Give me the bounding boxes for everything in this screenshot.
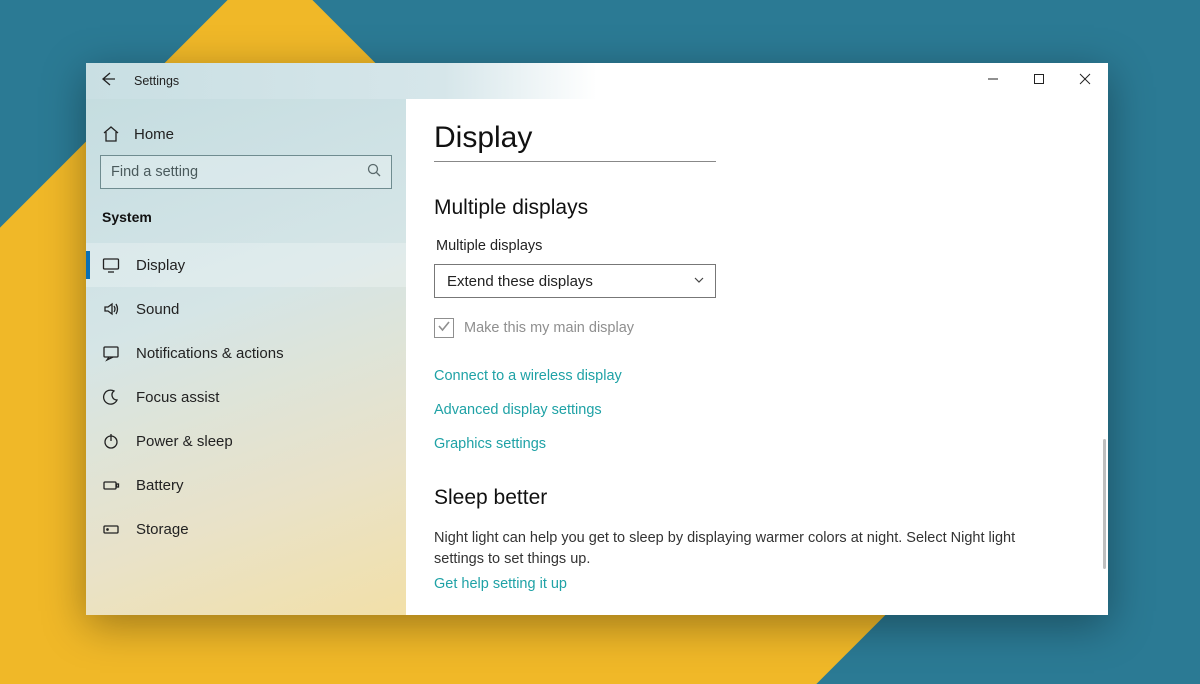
sidebar: Home System Display (86, 99, 406, 615)
divider (434, 161, 716, 162)
sidebar-section-label: System (86, 203, 406, 243)
titlebar-left: Settings (86, 63, 179, 99)
sidebar-item-label: Notifications & actions (136, 345, 284, 362)
scrollbar[interactable] (1103, 439, 1106, 569)
sleep-better-description: Night light can help you get to sleep by… (434, 528, 1054, 570)
section-multiple-displays-heading: Multiple displays (434, 196, 1076, 220)
sidebar-item-focus-assist[interactable]: Focus assist (86, 375, 406, 419)
section-sleep-better: Sleep better Night light can help you ge… (434, 486, 1076, 592)
sidebar-item-sound[interactable]: Sound (86, 287, 406, 331)
search-input-wrap[interactable] (100, 155, 392, 189)
close-icon (1079, 72, 1091, 90)
settings-window: Settings (86, 63, 1108, 615)
sidebar-home-label: Home (134, 126, 174, 143)
main-display-checkbox-label: Make this my main display (464, 320, 634, 336)
links-list: Connect to a wireless display Advanced d… (434, 368, 1076, 452)
link-get-help-setting-it-up[interactable]: Get help setting it up (434, 576, 1076, 592)
sidebar-item-battery[interactable]: Battery (86, 463, 406, 507)
sidebar-item-display[interactable]: Display (86, 243, 406, 287)
back-arrow-icon (100, 71, 116, 92)
back-button[interactable] (86, 71, 130, 92)
search-icon (359, 163, 381, 182)
sidebar-item-power-sleep[interactable]: Power & sleep (86, 419, 406, 463)
sidebar-item-label: Sound (136, 301, 179, 318)
focus-assist-icon (102, 388, 120, 406)
multiple-displays-field-label: Multiple displays (434, 238, 1076, 254)
maximize-icon (1033, 72, 1045, 90)
sleep-better-heading: Sleep better (434, 486, 1076, 510)
link-connect-wireless-display[interactable]: Connect to a wireless display (434, 368, 1076, 384)
maximize-button[interactable] (1016, 63, 1062, 99)
sidebar-item-storage[interactable]: Storage (86, 507, 406, 551)
notifications-icon (102, 344, 120, 362)
main-display-checkbox-row: Make this my main display (434, 318, 1076, 338)
window-title: Settings (130, 74, 179, 88)
page-title: Display (434, 121, 1076, 155)
sidebar-item-label: Focus assist (136, 389, 219, 406)
sidebar-home[interactable]: Home (86, 113, 406, 155)
checkmark-icon (437, 319, 451, 337)
battery-icon (102, 476, 120, 494)
content-area: Display Multiple displays Multiple displ… (406, 99, 1108, 615)
link-advanced-display-settings[interactable]: Advanced display settings (434, 402, 1076, 418)
display-icon (102, 256, 120, 274)
power-icon (102, 432, 120, 450)
storage-icon (102, 520, 120, 538)
chevron-down-icon (693, 273, 705, 290)
sound-icon (102, 300, 120, 318)
close-button[interactable] (1062, 63, 1108, 99)
minimize-icon (987, 72, 999, 90)
main-display-checkbox[interactable] (434, 318, 454, 338)
search-input[interactable] (111, 164, 359, 180)
sidebar-item-label: Display (136, 257, 185, 274)
titlebar: Settings (86, 63, 1108, 99)
dropdown-value: Extend these displays (447, 273, 593, 290)
sidebar-item-label: Power & sleep (136, 433, 233, 450)
home-icon (102, 125, 120, 143)
minimize-button[interactable] (970, 63, 1016, 99)
link-graphics-settings[interactable]: Graphics settings (434, 436, 1076, 452)
sidebar-item-label: Storage (136, 521, 189, 538)
sidebar-item-label: Battery (136, 477, 184, 494)
sidebar-item-notifications[interactable]: Notifications & actions (86, 331, 406, 375)
multiple-displays-dropdown[interactable]: Extend these displays (434, 264, 716, 298)
